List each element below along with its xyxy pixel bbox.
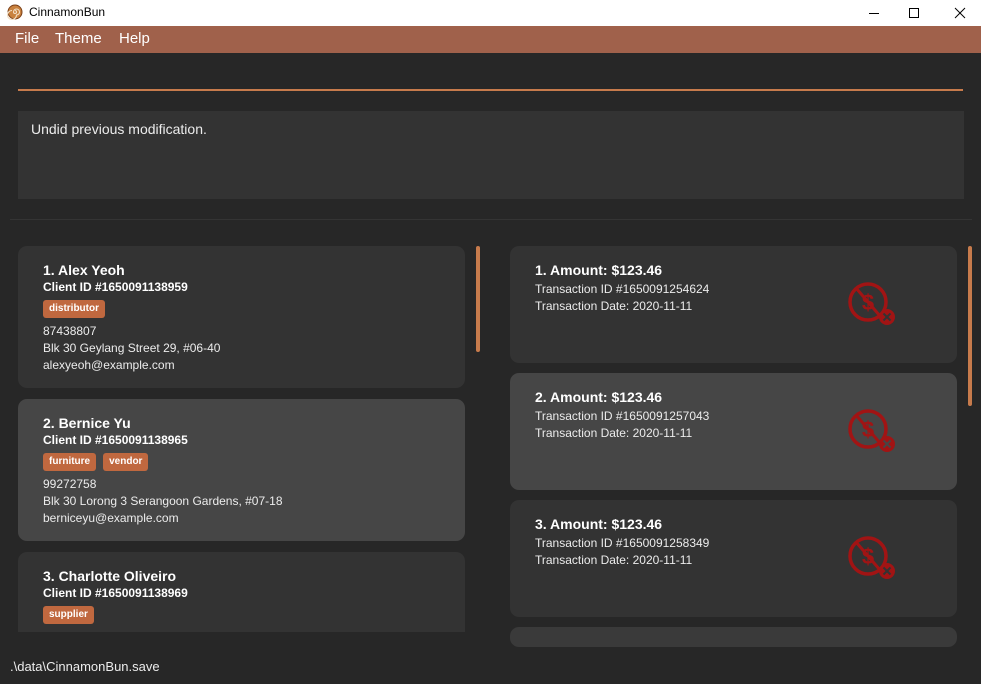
- command-input-underline[interactable]: [18, 89, 963, 91]
- transaction-id: Transaction ID #1650091257043: [535, 409, 710, 423]
- transaction-amount: 3. Amount: $123.46: [535, 516, 663, 532]
- client-phone: 99272758: [43, 477, 97, 491]
- unpaid-icon: $: [848, 409, 895, 452]
- transaction-amount: 1. Amount: $123.46: [535, 262, 663, 278]
- transaction-date: Transaction Date: 2020-11-11: [535, 553, 693, 567]
- client-name: 1. Alex Yeoh: [43, 262, 125, 278]
- transaction-date: Transaction Date: 2020-11-11: [535, 426, 693, 440]
- client-id: Client ID #1650091138965: [43, 433, 188, 447]
- unpaid-icon: $: [848, 536, 895, 579]
- client-phone: 87438807: [43, 324, 97, 338]
- title-bar: CinnamonBun: [0, 0, 981, 26]
- maximize-icon: [909, 8, 919, 18]
- minimize-icon: [869, 13, 879, 14]
- client-name: 2. Bernice Yu: [43, 415, 131, 431]
- maximize-button[interactable]: [891, 0, 937, 26]
- client-name: 3. Charlotte Oliveiro: [43, 568, 177, 584]
- client-address: Blk 30 Lorong 3 Serangoon Gardens, #07-1…: [43, 494, 283, 508]
- client-list-scrollbar[interactable]: [476, 246, 480, 352]
- transaction-id: Transaction ID #1650091254624: [535, 282, 710, 296]
- menu-bar: File Theme Help: [0, 26, 981, 53]
- result-message: Undid previous modification.: [31, 121, 207, 137]
- menu-help[interactable]: Help: [119, 30, 150, 47]
- transaction-amount: 2. Amount: $123.46: [535, 389, 663, 405]
- transaction-card[interactable]: 3. Amount: $123.46 Transaction ID #16500…: [510, 500, 957, 617]
- client-address: Blk 30 Geylang Street 29, #06-40: [43, 341, 221, 355]
- cinnamon-bun-app-icon: [7, 4, 23, 20]
- svg-text:$: $: [862, 544, 874, 569]
- client-tags: supplier: [43, 606, 94, 624]
- transaction-list-scrollbar[interactable]: [968, 246, 972, 406]
- unpaid-icon: $: [848, 282, 895, 325]
- status-bar-save-path: .\data\CinnamonBun.save: [10, 659, 160, 674]
- client-card[interactable]: 1. Alex Yeoh Client ID #1650091138959 di…: [18, 246, 465, 388]
- client-id: Client ID #1650091138959: [43, 280, 188, 294]
- client-email: berniceyu@example.com: [43, 511, 179, 525]
- close-icon: [954, 7, 966, 19]
- client-tags: distributor: [43, 300, 105, 318]
- menu-file[interactable]: File: [15, 30, 39, 47]
- client-email: alexyeoh@example.com: [43, 358, 175, 372]
- client-card[interactable]: 3. Charlotte Oliveiro Client ID #1650091…: [18, 552, 465, 632]
- svg-text:$: $: [862, 290, 874, 315]
- window-title: CinnamonBun: [29, 5, 106, 19]
- section-divider: [10, 219, 972, 220]
- transaction-card[interactable]: 2. Amount: $123.46 Transaction ID #16500…: [510, 373, 957, 490]
- client-card[interactable]: 2. Bernice Yu Client ID #1650091138965 f…: [18, 399, 465, 541]
- svg-text:$: $: [862, 417, 874, 442]
- client-id: Client ID #1650091138969: [43, 586, 188, 600]
- result-display: Undid previous modification.: [18, 111, 964, 199]
- transaction-card[interactable]: 1. Amount: $123.46 Transaction ID #16500…: [510, 246, 957, 363]
- client-tag: distributor: [43, 300, 105, 318]
- close-window-button[interactable]: [937, 0, 981, 26]
- transaction-date: Transaction Date: 2020-11-11: [535, 299, 693, 313]
- menu-theme[interactable]: Theme: [55, 30, 102, 47]
- transaction-id: Transaction ID #1650091258349: [535, 536, 710, 550]
- client-tag: vendor: [103, 453, 149, 471]
- transaction-card[interactable]: [510, 627, 957, 647]
- client-tags: furniture vendor: [43, 453, 149, 471]
- client-tag: furniture: [43, 453, 97, 471]
- client-tag: supplier: [43, 606, 94, 624]
